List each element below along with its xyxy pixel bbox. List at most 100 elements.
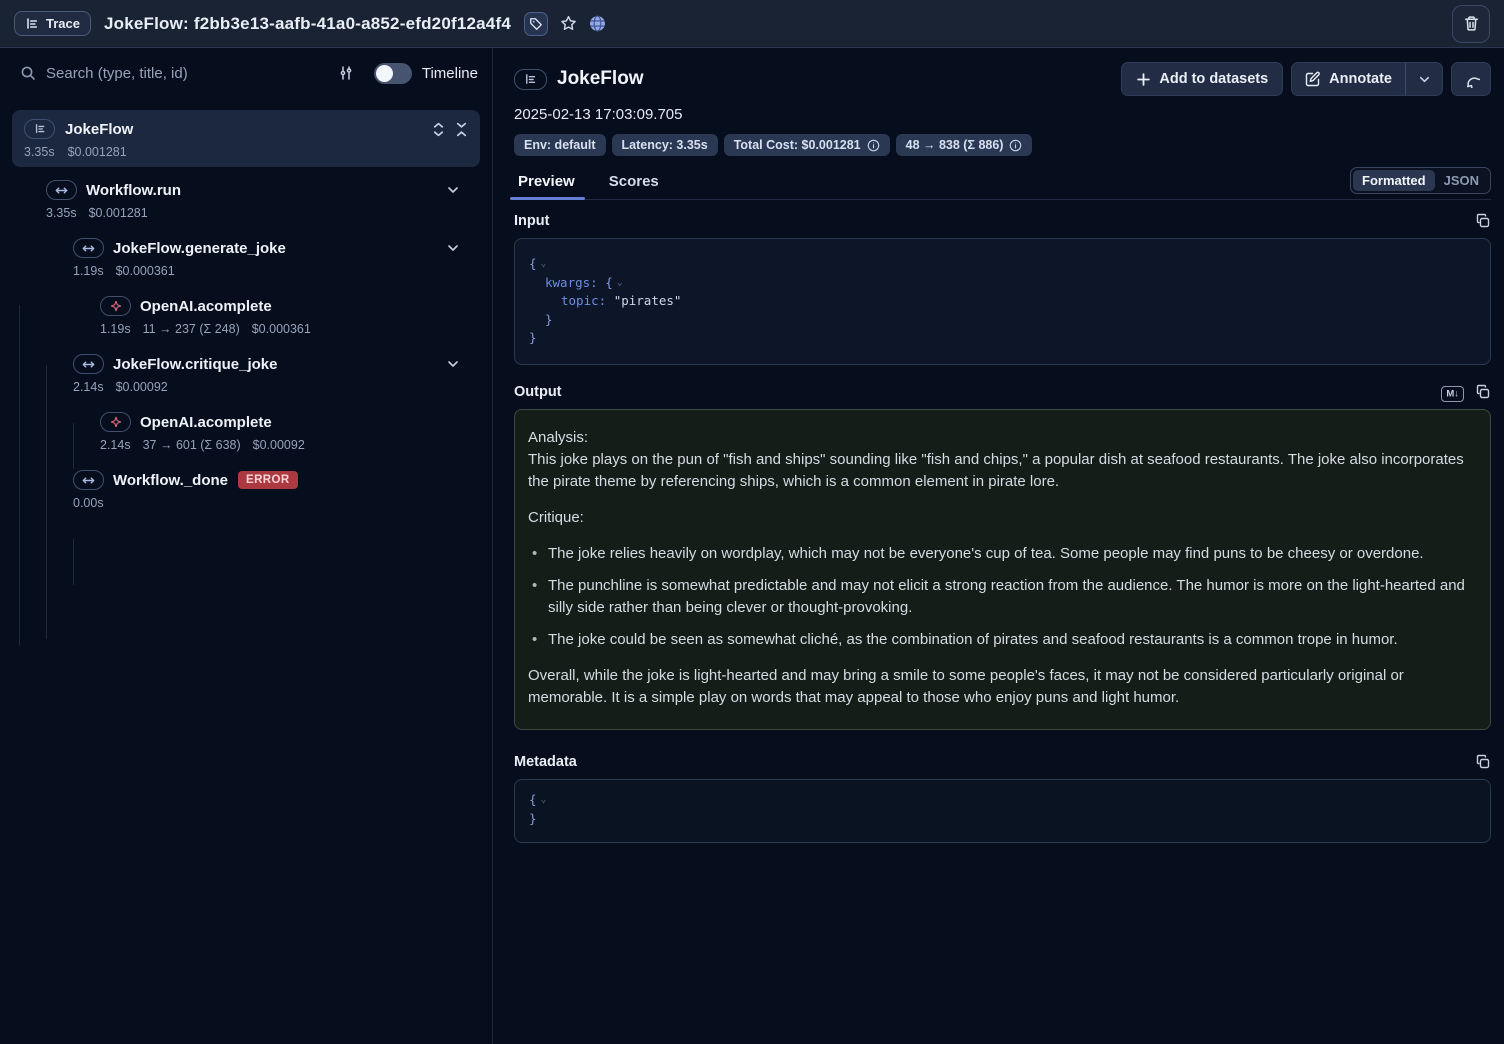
favorite-star-button[interactable] — [557, 12, 581, 36]
tree-root-label: JokeFlow — [65, 121, 432, 138]
timeline-toggle[interactable] — [374, 63, 412, 84]
add-to-datasets-button[interactable]: Add to datasets — [1121, 62, 1283, 96]
critique-heading: Critique: — [528, 507, 1476, 529]
span-tree: Workflow.run 3.35s $0.001281 JokeFlow.ge… — [0, 177, 492, 511]
tree-root-jokeflow[interactable]: JokeFlow 3.35s $0.001281 — [12, 110, 480, 167]
item-cost: $0.001281 — [89, 206, 148, 220]
tree-item-workflow-run[interactable]: Workflow.run 3.35s $0.001281 — [0, 179, 492, 221]
annotate-button[interactable]: Annotate — [1292, 63, 1405, 95]
output-markdown-viewer[interactable]: Analysis: This joke plays on the pun of … — [514, 409, 1491, 730]
search-icon — [20, 65, 36, 81]
tags-button[interactable] — [524, 12, 548, 36]
analysis-text: This joke plays on the pun of "fish and … — [528, 449, 1476, 493]
trace-timestamp: 2025-02-13 17:03:09.705 — [514, 106, 1491, 123]
item-duration: 1.19s — [73, 264, 104, 278]
format-formatted-option[interactable]: Formatted — [1353, 170, 1435, 191]
root-cost: $0.001281 — [68, 145, 127, 159]
span-icon — [73, 354, 104, 374]
item-cost: $0.00092 — [253, 438, 305, 452]
comments-button[interactable] — [1451, 62, 1491, 96]
input-section-title: Input — [514, 213, 549, 229]
token-usage-badge: 48 → 838 (Σ 886) — [896, 134, 1033, 156]
top-bar: Trace JokeFlow: f2bb3e13-aafb-41a0-a852-… — [0, 0, 1504, 48]
critique-bullet-list: The joke relies heavily on wordplay, whi… — [528, 543, 1476, 651]
annotate-split-button: Annotate — [1291, 62, 1443, 96]
copy-metadata-button[interactable] — [1475, 754, 1491, 770]
input-json-viewer[interactable]: {⌄ kwargs: {⌄ topic: "pirates" } } — [514, 238, 1491, 365]
filter-sliders-icon[interactable] — [334, 61, 358, 85]
timeline-toggle-label: Timeline — [422, 65, 478, 82]
trace-tree-sidebar: Timeline JokeFlow — [0, 48, 493, 1044]
span-icon — [73, 470, 104, 490]
collapse-caret-icon[interactable]: ⌄ — [617, 277, 623, 288]
output-section-title: Output — [514, 384, 562, 400]
span-icon — [73, 238, 104, 258]
tree-item-label: OpenAI.acomplete — [140, 298, 272, 315]
critique-bullet: The joke could be seen as somewhat clich… — [528, 629, 1476, 651]
copy-input-button[interactable] — [1475, 213, 1491, 229]
indent-guide — [73, 539, 74, 585]
tree-item-workflow-done[interactable]: Workflow._done ERROR 0.00s — [0, 469, 492, 511]
tree-item-label: Workflow._done — [113, 472, 228, 489]
page-title: JokeFlow: f2bb3e13-aafb-41a0-a852-efd20f… — [104, 14, 511, 34]
tab-scores[interactable]: Scores — [605, 169, 663, 199]
trace-detail-panel: JokeFlow Add to datasets Annotate — [493, 48, 1504, 1044]
total-cost-badge: Total Cost: $0.001281 — [724, 134, 890, 156]
visibility-globe-icon[interactable] — [589, 15, 606, 32]
trace-tree-icon — [25, 17, 39, 31]
search-input[interactable] — [46, 65, 334, 82]
root-duration: 3.35s — [24, 145, 55, 159]
annotate-label: Annotate — [1329, 71, 1392, 87]
copy-output-button[interactable] — [1475, 384, 1491, 400]
info-icon[interactable] — [867, 139, 880, 152]
detail-tabs: Preview Scores Formatted JSON — [514, 169, 1491, 200]
tree-item-label: OpenAI.acomplete — [140, 414, 272, 431]
item-cost: $0.00092 — [116, 380, 168, 394]
tree-item-critique-joke[interactable]: JokeFlow.critique_joke 2.14s $0.00092 — [0, 353, 492, 395]
tree-item-label: JokeFlow.generate_joke — [113, 240, 286, 257]
tree-item-openai-acomplete-1[interactable]: OpenAI.acomplete 1.19s 11 → 237 (Σ 248) … — [0, 295, 492, 337]
metadata-section-title: Metadata — [514, 754, 577, 770]
tree-item-generate-joke[interactable]: JokeFlow.generate_joke 1.19s $0.000361 — [0, 237, 492, 279]
collapse-caret-icon[interactable]: ⌄ — [541, 794, 547, 805]
analysis-heading: Analysis: — [528, 427, 1476, 449]
item-duration: 3.35s — [46, 206, 77, 220]
conclusion-text: Overall, while the joke is light-hearted… — [528, 665, 1476, 709]
item-duration: 1.19s — [100, 322, 131, 336]
trace-tree-icon — [24, 119, 55, 139]
add-to-datasets-label: Add to datasets — [1159, 71, 1268, 87]
trace-badges: Env: default Latency: 3.35s Total Cost: … — [514, 134, 1491, 156]
item-duration: 0.00s — [73, 496, 104, 510]
generation-icon — [100, 412, 131, 432]
tab-preview[interactable]: Preview — [514, 169, 579, 199]
item-duration: 2.14s — [100, 438, 131, 452]
tree-item-label: JokeFlow.critique_joke — [113, 356, 278, 373]
trace-title: JokeFlow — [557, 68, 644, 90]
markdown-toggle-button[interactable]: M↓ — [1441, 384, 1464, 399]
latency-badge: Latency: 3.35s — [612, 134, 718, 156]
tree-item-label: Workflow.run — [86, 182, 181, 199]
item-cost: $0.000361 — [116, 264, 175, 278]
span-icon — [46, 180, 77, 200]
error-status-badge: ERROR — [238, 471, 298, 489]
chevron-down-icon[interactable] — [446, 241, 460, 255]
delete-trace-button[interactable] — [1452, 5, 1490, 43]
collapse-all-icon[interactable] — [455, 122, 468, 137]
item-cost: $0.000361 — [252, 322, 311, 336]
info-icon[interactable] — [1009, 139, 1022, 152]
format-toggle: Formatted JSON — [1350, 167, 1491, 194]
chevron-down-icon[interactable] — [446, 183, 460, 197]
metadata-json-viewer[interactable]: {⌄ } — [514, 779, 1491, 843]
chevron-down-icon[interactable] — [446, 357, 460, 371]
collapse-caret-icon[interactable]: ⌄ — [541, 258, 547, 269]
indent-guide — [46, 365, 47, 639]
generation-icon — [100, 296, 131, 316]
trace-type-badge: Trace — [14, 11, 91, 36]
critique-bullet: The punchline is somewhat predictable an… — [528, 575, 1476, 619]
item-tokens: 11 → 237 (Σ 248) — [143, 322, 240, 336]
env-badge: Env: default — [514, 134, 606, 156]
trace-tree-icon — [514, 69, 547, 90]
expand-all-icon[interactable] — [432, 122, 445, 137]
format-json-option[interactable]: JSON — [1435, 170, 1488, 191]
annotate-dropdown-chevron[interactable] — [1406, 63, 1442, 95]
